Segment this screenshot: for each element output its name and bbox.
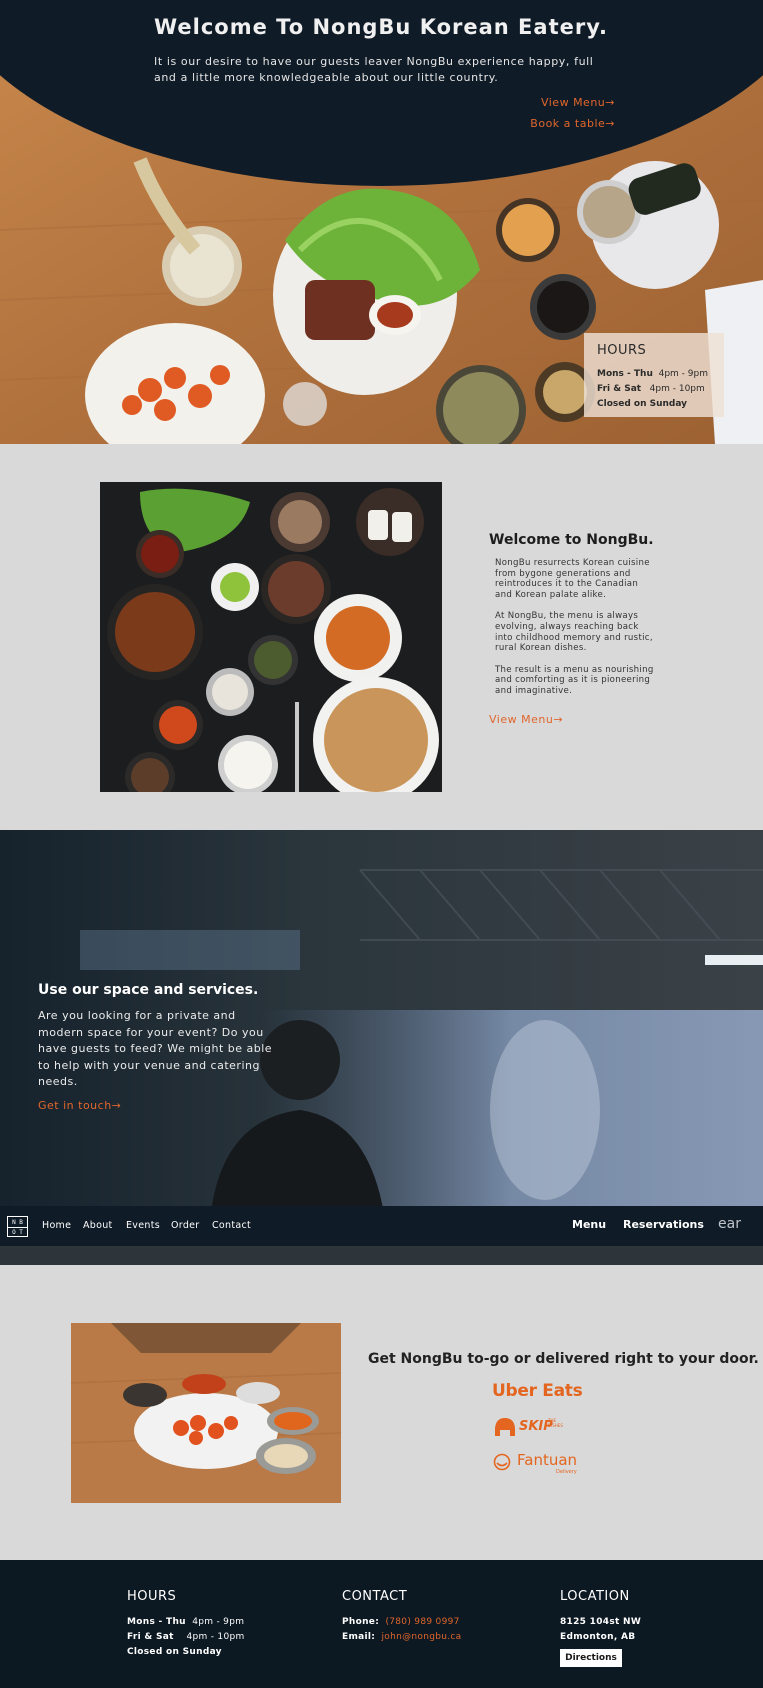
arrow-right-icon: → xyxy=(553,713,564,726)
page-title: Welcome To NongBu Korean Eatery. xyxy=(154,15,608,39)
logo-bottom-text: O T xyxy=(8,1227,27,1237)
welcome-paragraph: NongBu resurrects Korean cuisine from by… xyxy=(495,558,650,600)
welcome-view-menu-link[interactable]: View Menu→ xyxy=(489,713,563,726)
email-link[interactable]: john@nongbu.ca xyxy=(382,1632,462,1642)
footer-location-heading: LOCATION xyxy=(560,1589,630,1604)
fantuan-label: Fantuan xyxy=(517,1451,578,1469)
welcome-section: Welcome to NongBu. NongBu resurrects Kor… xyxy=(0,444,763,830)
get-in-touch-label: Get in touch xyxy=(38,1099,112,1112)
arrow-right-icon: → xyxy=(605,96,615,109)
welcome-paragraph: The result is a menu as nourishing and c… xyxy=(495,664,654,696)
space-section: Use our space and services. Are you look… xyxy=(0,830,763,1265)
hours-row: Mons - Thu 4pm - 9pm xyxy=(597,369,708,379)
address-line: 8125 104st NW xyxy=(560,1617,642,1627)
email-label: Email: xyxy=(342,1632,376,1642)
nav-about[interactable]: About xyxy=(83,1220,113,1231)
uber-eats-logo[interactable]: Uber Eats xyxy=(492,1381,583,1401)
arrow-right-icon: → xyxy=(111,1099,122,1112)
footer-hours-row: Mons - Thu 4pm - 9pm xyxy=(127,1617,245,1627)
skip-hat-icon xyxy=(495,1418,515,1436)
nav-contact[interactable]: Contact xyxy=(212,1220,251,1231)
nav-menu-button[interactable]: Menu xyxy=(572,1218,606,1231)
site-footer: HOURS Mons - Thu 4pm - 9pm Fri & Sat 4pm… xyxy=(0,1560,763,1688)
book-table-link[interactable]: Book a table→ xyxy=(530,117,615,130)
hours-heading: HOURS xyxy=(597,343,647,358)
delivery-title: Get NongBu to-go or delivered right to y… xyxy=(368,1351,759,1367)
fantuan-logo[interactable]: Fantuan Delivery xyxy=(493,1449,593,1475)
footer-hours-heading: HOURS xyxy=(127,1589,177,1604)
hours-row: Closed on Sunday xyxy=(597,399,688,409)
view-menu-label: View Menu xyxy=(540,96,606,109)
phone-label: Phone: xyxy=(342,1617,380,1627)
nav-events[interactable]: Events xyxy=(126,1220,160,1231)
book-table-label: Book a table xyxy=(530,117,606,130)
hours-row: Fri & Sat 4pm - 10pm xyxy=(597,384,705,394)
fantuan-face-icon xyxy=(493,1453,511,1471)
nav-reservations-button[interactable]: Reservations xyxy=(623,1218,704,1231)
hours-card: HOURS Mons - Thu 4pm - 9pm Fri & Sat 4pm… xyxy=(584,333,724,417)
arrow-right-icon: → xyxy=(605,117,615,130)
logo-top-text: N B xyxy=(12,1219,23,1226)
delivery-section: Get NongBu to-go or delivered right to y… xyxy=(0,1265,763,1560)
address-line: Edmonton, AB xyxy=(560,1632,636,1642)
welcome-food-photo xyxy=(100,482,442,792)
nav-home[interactable]: Home xyxy=(42,1220,71,1231)
footer-phone-row: Phone: (780) 989 0997 xyxy=(342,1617,460,1627)
welcome-body: NongBu resurrects Korean cuisine from by… xyxy=(495,558,655,708)
footer-contact-heading: CONTACT xyxy=(342,1589,408,1604)
hero-description: It is our desire to have our guests leav… xyxy=(154,55,594,84)
skip-small-label: THE DISHES xyxy=(548,1418,563,1428)
welcome-paragraph: At NongBu, the menu is always evolving, … xyxy=(495,611,653,654)
search-input[interactable]: ear xyxy=(718,1216,741,1232)
footer-email-row: Email: john@nongbu.ca xyxy=(342,1632,461,1642)
main-navbar: N B O T Home About Events Order Contact … xyxy=(0,1206,763,1246)
footer-hours-row: Fri & Sat 4pm - 10pm xyxy=(127,1632,245,1642)
skip-the-dishes-logo[interactable]: SKIP THE DISHES xyxy=(493,1414,593,1440)
view-menu-link[interactable]: View Menu→ xyxy=(541,96,615,109)
phone-link[interactable]: (780) 989 0997 xyxy=(385,1617,459,1627)
get-in-touch-link[interactable]: Get in touch→ xyxy=(38,1099,121,1112)
welcome-title: Welcome to NongBu. xyxy=(489,532,654,548)
directions-button[interactable]: Directions xyxy=(560,1649,622,1667)
nav-order[interactable]: Order xyxy=(171,1220,200,1231)
space-body: Are you looking for a private and modern… xyxy=(38,1009,273,1088)
view-menu-label: View Menu xyxy=(489,713,554,726)
delivery-food-photo xyxy=(71,1323,341,1503)
space-title: Use our space and services. xyxy=(38,982,259,998)
hero-section: Welcome To NongBu Korean Eatery. It is o… xyxy=(0,0,763,444)
site-logo[interactable]: N B O T xyxy=(7,1216,28,1237)
footer-hours-row: Closed on Sunday xyxy=(127,1647,222,1657)
fantuan-small-label: Delivery xyxy=(556,1469,577,1475)
